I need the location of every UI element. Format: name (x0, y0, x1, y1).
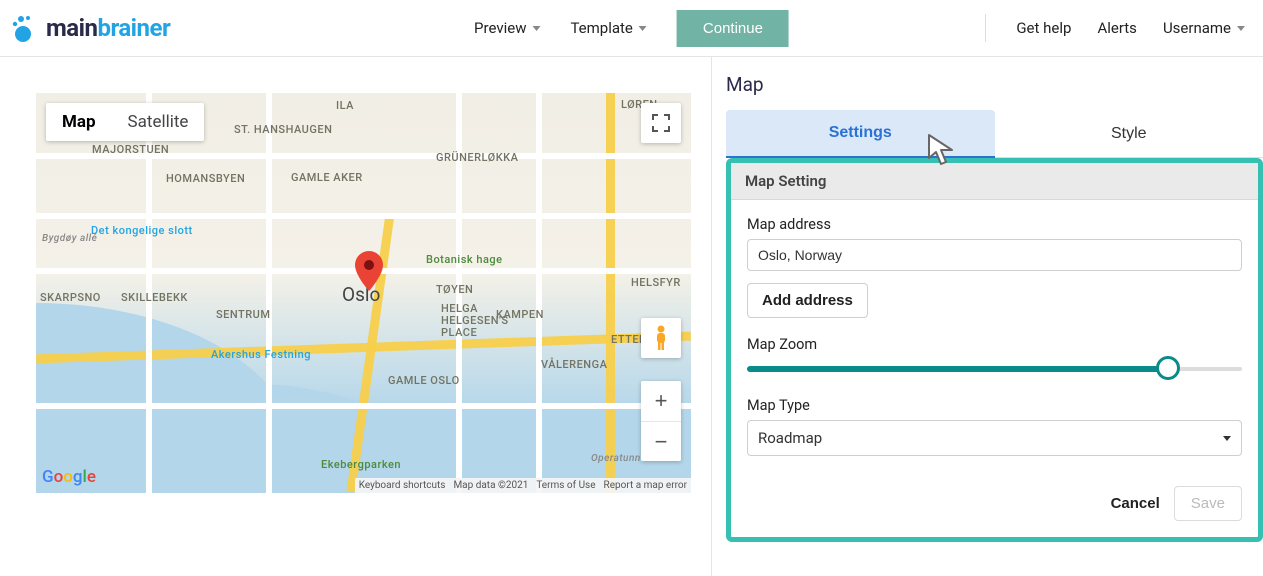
map-widget[interactable]: ILA ST. HANSHAUGEN GRÜNERLØKKA MAJORSTUE… (36, 93, 691, 493)
map-type-value: Roadmap (758, 429, 822, 447)
logo-mark-icon (10, 13, 40, 43)
map-address-input[interactable] (747, 239, 1242, 271)
map-address-label: Map address (747, 216, 1242, 233)
map-label: GAMLE AKER (291, 171, 363, 184)
preview-dropdown[interactable]: Preview (474, 19, 540, 37)
map-poi-link[interactable]: Botanisk hage (426, 253, 503, 266)
report-error-link[interactable]: Report a map error (604, 480, 687, 491)
map-type-toggle: Map Satellite (46, 103, 204, 141)
map-poi-link[interactable]: Akershus Festning (211, 348, 311, 361)
map-type-label: Map Type (747, 397, 1242, 414)
map-settings-box: Map Setting Map address Add address Map … (726, 158, 1263, 542)
zoom-control: + − (641, 381, 681, 461)
add-address-button[interactable]: Add address (747, 283, 868, 318)
map-pane: ILA ST. HANSHAUGEN GRÜNERLØKKA MAJORSTUE… (0, 57, 711, 576)
logo-text-brainer: brainer (97, 14, 170, 42)
section-heading: Map Setting (731, 163, 1258, 200)
chevron-down-icon (532, 26, 540, 31)
topbar: mainbrainer Preview Template Continue Ge… (0, 0, 1263, 57)
fullscreen-button[interactable] (641, 103, 681, 143)
map-label: Bygdøy allé (42, 233, 97, 244)
fullscreen-icon (652, 114, 670, 132)
map-label: SKILLEBEKK (121, 291, 188, 304)
slider-fill (747, 366, 1168, 372)
cancel-button[interactable]: Cancel (1111, 495, 1160, 512)
preview-label: Preview (474, 19, 526, 37)
panel-tabs: Settings Style (726, 110, 1263, 158)
map-tab-map[interactable]: Map (46, 103, 112, 141)
properties-panel: Map Settings Style Map Setting Map addre… (711, 57, 1263, 576)
pegman-icon (651, 325, 671, 351)
template-label: Template (570, 19, 632, 37)
logo-text-main: main (46, 14, 97, 42)
map-label: HELSFYR (631, 276, 681, 289)
pegman-button[interactable] (641, 318, 681, 358)
map-label: Operatunne (591, 453, 646, 464)
continue-button[interactable]: Continue (677, 10, 789, 47)
map-label: HOMANSBYEN (166, 172, 245, 185)
main: ILA ST. HANSHAUGEN GRÜNERLØKKA MAJORSTUE… (0, 57, 1263, 576)
map-label: SKARPSNO (40, 291, 101, 304)
map-label: GRÜNERLØKKA (436, 151, 518, 164)
panel-title: Map (726, 73, 1263, 96)
template-dropdown[interactable]: Template (570, 19, 646, 37)
map-label: SENTRUM (216, 308, 270, 321)
map-data-label: Map data ©2021 (453, 480, 528, 491)
map-label: ILA (336, 99, 354, 112)
map-poi-link[interactable]: Ekebergparken (321, 458, 401, 471)
map-label: HELGA HELGESEN'S PLACE (441, 303, 509, 339)
map-zoom-slider[interactable] (747, 359, 1242, 379)
tab-settings[interactable]: Settings (726, 110, 995, 158)
tab-style[interactable]: Style (995, 110, 1263, 158)
chevron-down-icon (1237, 26, 1245, 31)
map-label: ST. HANSHAUGEN (234, 123, 332, 136)
map-footer: Keyboard shortcuts Map data ©2021 Terms … (355, 478, 691, 493)
chevron-down-icon (639, 26, 647, 31)
alerts-link[interactable]: Alerts (1097, 19, 1137, 37)
zoom-out-button[interactable]: − (641, 421, 681, 461)
username-dropdown[interactable]: Username (1163, 19, 1245, 37)
username-label: Username (1163, 19, 1231, 37)
map-marker-icon[interactable] (355, 251, 383, 295)
top-right-nav: Get help Alerts Username (981, 14, 1245, 42)
map-label: TØYEN (436, 283, 473, 296)
map-label: VÅLERENGA (541, 358, 607, 371)
slider-thumb[interactable] (1156, 356, 1180, 380)
chevron-down-icon (1223, 436, 1231, 441)
map-label: MAJORSTUEN (92, 143, 169, 156)
map-label: GAMLE OSLO (388, 374, 460, 387)
logo[interactable]: mainbrainer (10, 13, 170, 43)
divider (985, 14, 986, 42)
map-tab-satellite[interactable]: Satellite (112, 103, 205, 141)
google-logo: Google (42, 467, 96, 487)
get-help-link[interactable]: Get help (1016, 19, 1071, 37)
map-poi-link[interactable]: Det kongelige slott (91, 224, 193, 237)
keyboard-shortcuts-link[interactable]: Keyboard shortcuts (359, 480, 446, 491)
map-zoom-label: Map Zoom (747, 336, 1242, 353)
top-center-nav: Preview Template Continue (474, 10, 789, 47)
zoom-in-button[interactable]: + (641, 381, 681, 421)
terms-link[interactable]: Terms of Use (536, 480, 595, 491)
save-button[interactable]: Save (1174, 486, 1242, 521)
map-type-select[interactable]: Roadmap (747, 420, 1242, 456)
